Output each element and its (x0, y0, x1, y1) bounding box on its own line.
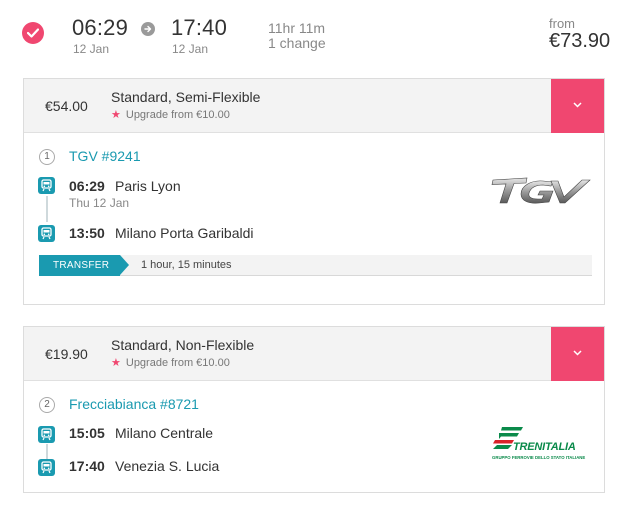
transfer-duration: 1 hour, 15 minutes (141, 259, 232, 271)
chevron-down-icon (573, 102, 582, 108)
leg-number: 1 (39, 149, 55, 165)
upgrade-link[interactable]: ★ Upgrade from €10.00 (111, 108, 230, 121)
fare-name: Standard, Non-Flexible (111, 337, 255, 353)
star-icon: ★ (111, 357, 121, 369)
arrive-date: 12 Jan (172, 42, 209, 56)
depart-time: 06:29 (72, 15, 129, 40)
arrival-time: 13:50 (69, 225, 105, 241)
departure-time: 15:05 (69, 425, 105, 441)
fare-header[interactable]: €19.90 Standard, Non-Flexible ★ Upgrade f… (24, 327, 604, 381)
fare-header[interactable]: €54.00 Standard, Semi-Flexible ★ Upgrade … (24, 79, 604, 133)
journey-changes: 1 change (268, 35, 326, 51)
transfer-tag: TRANSFER (39, 255, 129, 276)
upgrade-link[interactable]: ★ Upgrade from €10.00 (111, 356, 230, 369)
arrow-right-icon (141, 22, 155, 36)
departure-date: Thu 12 Jan (69, 196, 130, 210)
departure-station: Paris Lyon (115, 178, 181, 194)
trenitalia-wordmark: TRENITALIA (513, 441, 576, 453)
departure-time: 06:29 (69, 178, 105, 194)
train-icon (38, 225, 55, 242)
depart-date: 12 Jan (73, 42, 110, 56)
fare-card: €19.90 Standard, Non-Flexible ★ Upgrade f… (23, 326, 605, 493)
fare-price: €54.00 (45, 98, 88, 114)
leg-number: 2 (39, 397, 55, 413)
expand-toggle-button[interactable] (551, 327, 604, 381)
fare-card: €54.00 Standard, Semi-Flexible ★ Upgrade … (23, 78, 605, 305)
route-line (46, 444, 48, 459)
route-line (46, 196, 48, 222)
departure-station: Milano Centrale (115, 425, 214, 441)
upgrade-label: Upgrade from €10.00 (125, 357, 230, 369)
arrival-time: 17:40 (69, 458, 105, 474)
transfer-bar: TRANSFER 1 hour, 15 minutes (39, 255, 592, 276)
total-price: €73.90 (549, 30, 611, 52)
journey-duration: 11hr 11m (268, 20, 326, 36)
fare-price: €19.90 (45, 346, 88, 362)
train-name[interactable]: Frecciabianca #8721 (69, 396, 199, 412)
train-icon (38, 177, 55, 194)
arrival-station: Milano Porta Garibaldi (115, 225, 254, 241)
arrival-station: Venezia S. Lucia (115, 458, 220, 474)
selected-check-icon[interactable] (22, 22, 44, 44)
expand-toggle-button[interactable] (551, 79, 604, 133)
fare-name: Standard, Semi-Flexible (111, 89, 261, 105)
trenitalia-logo: TRENITALIA GRUPPO FERROVIE DELLO STATO I… (490, 425, 594, 463)
arrive-time: 17:40 (171, 15, 228, 40)
from-label: from (549, 16, 575, 31)
train-name[interactable]: TGV #9241 (69, 148, 141, 164)
upgrade-label: Upgrade from €10.00 (125, 109, 230, 121)
star-icon: ★ (111, 109, 121, 121)
train-icon (38, 426, 55, 443)
tgv-logo (491, 177, 591, 204)
trenitalia-subtext: GRUPPO FERROVIE DELLO STATO ITALIANE (492, 455, 586, 460)
chevron-down-icon (573, 350, 582, 356)
train-icon (38, 459, 55, 476)
